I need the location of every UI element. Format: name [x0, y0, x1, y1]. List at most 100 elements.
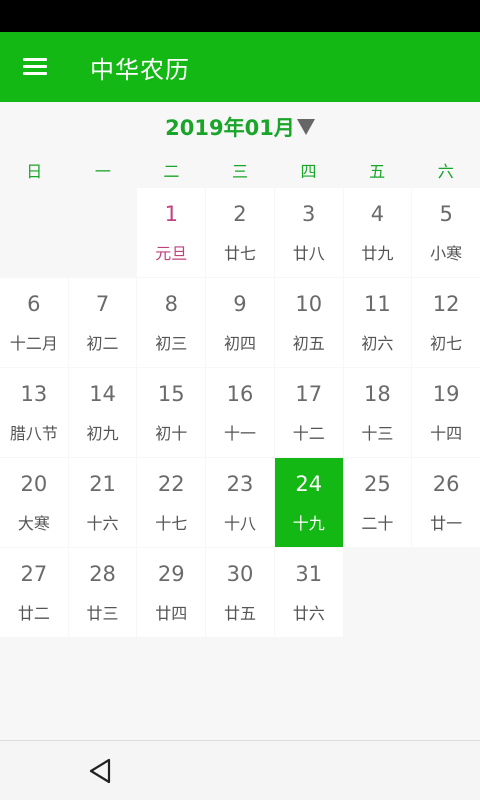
app-bar: 中华农历 [0, 32, 480, 102]
day-number: 30 [226, 562, 254, 586]
day-cell[interactable]: 19 十四 [412, 368, 480, 457]
weekday-label: 二 [163, 162, 180, 181]
day-cell[interactable]: 7 初二 [68, 278, 137, 367]
day-number: 7 [95, 292, 110, 316]
day-cell[interactable]: 11 初六 [343, 278, 412, 367]
day-number: 10 [295, 292, 323, 316]
day-number: 18 [364, 382, 391, 406]
lunar-date: 十八 [223, 514, 256, 533]
day-number: 17 [295, 382, 323, 406]
lunar-date: 廿六 [292, 604, 325, 623]
day-cell[interactable]: 29 廿四 [137, 548, 206, 637]
day-number: 26 [432, 472, 460, 496]
day-number: 13 [20, 382, 48, 406]
day-cell[interactable]: 21 十六 [68, 458, 137, 547]
empty-cell [0, 188, 68, 277]
day-cell[interactable]: 31 廿六 [274, 548, 343, 637]
triangle-down-icon [296, 119, 315, 135]
empty-cell [69, 188, 137, 277]
day-number: 5 [439, 202, 453, 226]
back-button[interactable] [80, 749, 120, 793]
day-cell[interactable]: 13 腊八节 [0, 368, 68, 457]
day-cell[interactable]: 14 初九 [68, 368, 137, 457]
day-number: 9 [233, 292, 247, 316]
lunar-date: 廿一 [430, 514, 463, 533]
day-cell[interactable]: 3 廿八 [274, 188, 343, 277]
lunar-date: 初六 [361, 334, 394, 353]
day-number: 6 [27, 292, 41, 316]
weekday-label: 四 [300, 162, 317, 181]
weekday-label: 六 [437, 162, 454, 181]
month-header: 2019年01月 [0, 102, 480, 152]
lunar-date: 廿九 [361, 244, 394, 263]
lunar-date: 初四 [223, 334, 256, 353]
lunar-date: 廿八 [292, 244, 325, 263]
day-cell[interactable]: 23 十八 [206, 458, 274, 547]
menu-button[interactable] [0, 32, 70, 102]
day-number: 3 [302, 202, 316, 226]
month-selector[interactable]: 2019年01月 [165, 112, 315, 142]
day-number: 8 [164, 292, 178, 316]
day-cell[interactable]: 6 十二月 [0, 278, 68, 367]
lunar-date: 十三 [361, 424, 394, 443]
day-cell[interactable]: 16 十一 [206, 368, 274, 457]
day-number: 12 [432, 292, 460, 316]
lunar-date: 大寒 [17, 514, 50, 533]
weekday-label: 五 [369, 162, 386, 181]
day-cell[interactable]: 20 大寒 [0, 458, 68, 547]
day-cell[interactable]: 15 初十 [137, 368, 206, 457]
weekday-row: 日 一 二 三 四 五 六 [0, 152, 480, 188]
back-triangle-icon [89, 758, 111, 784]
day-cell[interactable]: 27 廿二 [0, 548, 68, 637]
day-cell[interactable]: 9 初四 [206, 278, 274, 367]
day-cell[interactable]: 25 二十 [343, 458, 412, 547]
day-number: 14 [89, 382, 116, 406]
day-number: 20 [20, 472, 48, 496]
day-number: 15 [157, 382, 185, 406]
weekday-label: 三 [231, 162, 248, 181]
day-cell[interactable]: 22 十七 [137, 458, 206, 547]
day-number: 4 [370, 202, 385, 226]
status-bar [0, 0, 480, 32]
weekday-label: 一 [94, 162, 111, 181]
lunar-date: 初三 [155, 334, 188, 353]
lunar-date: 初七 [430, 334, 463, 353]
lunar-date: 初十 [155, 424, 188, 443]
day-cell[interactable]: 17 十二 [274, 368, 343, 457]
lunar-date: 十六 [86, 514, 119, 533]
day-cell[interactable]: 30 廿五 [206, 548, 274, 637]
day-cell[interactable]: 2 廿七 [206, 188, 274, 277]
day-number: 23 [226, 472, 254, 496]
day-number: 25 [364, 472, 391, 496]
day-number: 29 [157, 562, 185, 586]
lunar-date: 初五 [292, 334, 325, 353]
day-number: 31 [295, 562, 323, 586]
day-cell[interactable]: 1 元旦 [137, 188, 206, 277]
lunar-date: 腊八节 [9, 424, 58, 443]
day-number: 28 [89, 562, 116, 586]
bottom-navigation-bar [0, 740, 480, 800]
day-cell[interactable]: 5 小寒 [412, 188, 480, 277]
lunar-date: 元旦 [155, 244, 188, 263]
day-cell[interactable]: 10 初五 [274, 278, 343, 367]
day-cell-today[interactable]: 24 十九 [274, 458, 343, 547]
day-number: 22 [157, 472, 185, 496]
app-title: 中华农历 [90, 55, 190, 84]
day-cell[interactable]: 28 廿三 [68, 548, 137, 637]
lunar-date: 廿三 [86, 604, 119, 623]
lunar-date: 初二 [86, 334, 119, 353]
day-cell[interactable]: 4 廿九 [343, 188, 412, 277]
lunar-date: 廿五 [223, 604, 256, 623]
day-cell[interactable]: 8 初三 [137, 278, 206, 367]
lunar-date: 廿二 [17, 604, 50, 623]
lunar-date: 十九 [292, 514, 325, 533]
day-cell[interactable]: 18 十三 [343, 368, 412, 457]
day-number: 2 [233, 202, 247, 226]
day-number: 1 [164, 202, 178, 226]
day-cell[interactable]: 26 廿一 [412, 458, 480, 547]
day-number: 19 [432, 382, 460, 406]
day-cell[interactable]: 12 初七 [412, 278, 480, 367]
day-number: 24 [295, 472, 323, 496]
lunar-date: 十四 [430, 424, 463, 443]
month-label: 2019年01月 [165, 116, 295, 140]
